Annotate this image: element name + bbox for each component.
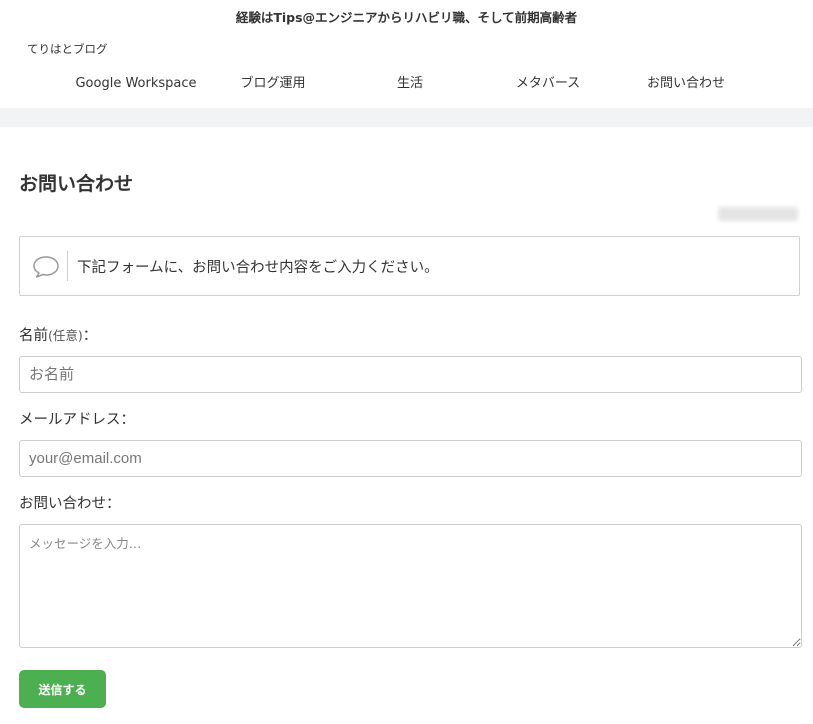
nav-item-metaverse[interactable]: メタバース xyxy=(480,74,616,94)
page-title: お問い合わせ xyxy=(19,173,134,195)
name-label-suffix: ： xyxy=(82,328,98,344)
name-field-label: 名前(任意)： xyxy=(19,324,97,345)
header-separator-band xyxy=(0,108,813,127)
notice-divider xyxy=(67,251,68,281)
speech-bubble-icon xyxy=(32,255,60,279)
main-content: お問い合わせ 下記フォームに、お問い合わせ内容をご入力ください。 名前(任意)：… xyxy=(0,127,813,724)
name-optional-text: (任意) xyxy=(48,328,83,343)
message-field-label: お問い合わせ： xyxy=(19,496,121,512)
submit-button[interactable]: 送信する xyxy=(19,670,106,708)
nav-item-google-workspace[interactable]: Google Workspace xyxy=(68,74,204,94)
email-field-label: メールアドレス： xyxy=(19,412,135,428)
nav-item-contact[interactable]: お問い合わせ xyxy=(618,74,754,94)
nav-item-life[interactable]: 生活 xyxy=(342,74,478,94)
post-date-blurred xyxy=(718,207,798,221)
name-label-text: 名前 xyxy=(19,328,48,344)
notice-text: 下記フォームに、お問い合わせ内容をご入力ください。 xyxy=(77,260,439,276)
message-textarea[interactable] xyxy=(19,524,802,648)
nav-item-blog-operation[interactable]: ブログ運用 xyxy=(205,74,341,94)
site-tagline: 経験はTips@エンジニアからリハビリ職、そして前期高齢者 xyxy=(235,10,578,25)
email-input[interactable] xyxy=(19,440,802,477)
site-header: 経験はTips@エンジニアからリハビリ職、そして前期高齢者 てりはとブログ Go… xyxy=(0,0,813,108)
site-logo[interactable]: てりはとブログ xyxy=(27,41,108,57)
name-input[interactable] xyxy=(19,356,802,393)
global-nav: Google Workspace ブログ運用 生活 メタバース お問い合わせ xyxy=(0,74,813,96)
notice-box: 下記フォームに、お問い合わせ内容をご入力ください。 xyxy=(19,236,800,296)
